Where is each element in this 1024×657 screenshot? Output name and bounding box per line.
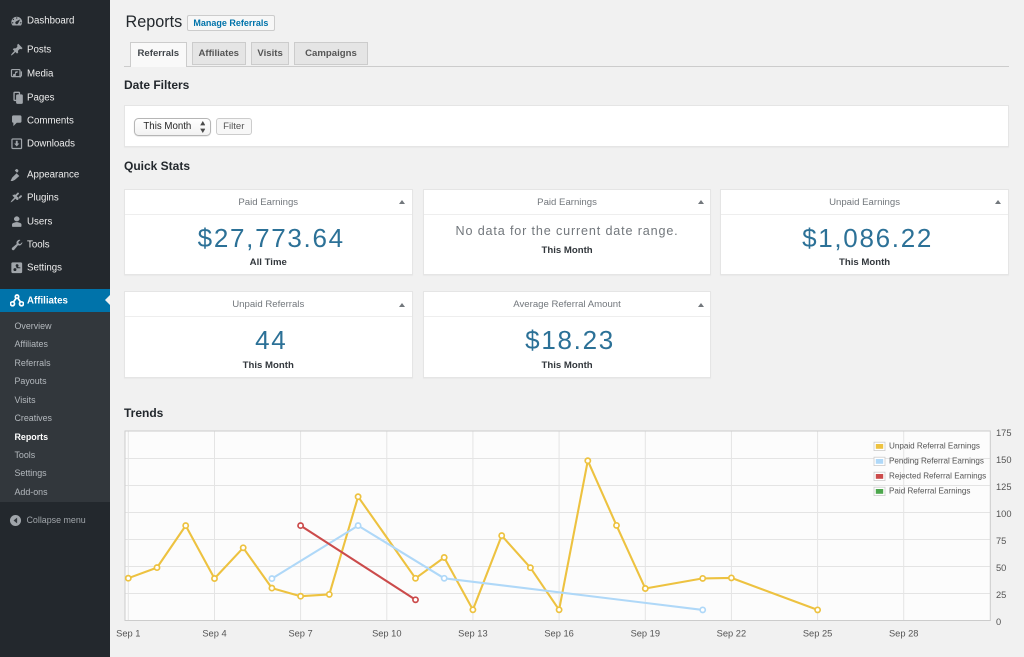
- svg-text:175: 175: [996, 428, 1012, 438]
- svg-text:Sep 1: Sep 1: [116, 628, 140, 638]
- svg-text:Rejected Referral Earnings: Rejected Referral Earnings: [889, 472, 986, 481]
- svg-text:Sep 25: Sep 25: [803, 628, 832, 638]
- svg-text:Sep 16: Sep 16: [544, 628, 573, 638]
- svg-text:100: 100: [996, 509, 1012, 519]
- svg-text:Sep 19: Sep 19: [631, 628, 660, 638]
- svg-text:75: 75: [996, 536, 1006, 546]
- svg-text:Pending Referral Earnings: Pending Referral Earnings: [889, 457, 984, 466]
- svg-text:Sep 10: Sep 10: [372, 628, 401, 638]
- svg-text:Paid Referral Earnings: Paid Referral Earnings: [889, 487, 970, 496]
- svg-text:25: 25: [996, 590, 1006, 600]
- svg-text:50: 50: [996, 563, 1006, 573]
- svg-text:Sep 7: Sep 7: [288, 628, 312, 638]
- svg-text:0: 0: [996, 617, 1001, 627]
- svg-text:125: 125: [996, 482, 1012, 492]
- svg-text:Sep 28: Sep 28: [889, 628, 918, 638]
- svg-text:150: 150: [996, 455, 1012, 465]
- svg-text:Sep 13: Sep 13: [458, 628, 487, 638]
- svg-text:Sep 22: Sep 22: [717, 628, 746, 638]
- svg-text:Unpaid Referral Earnings: Unpaid Referral Earnings: [889, 442, 980, 451]
- svg-text:Sep 4: Sep 4: [202, 628, 226, 638]
